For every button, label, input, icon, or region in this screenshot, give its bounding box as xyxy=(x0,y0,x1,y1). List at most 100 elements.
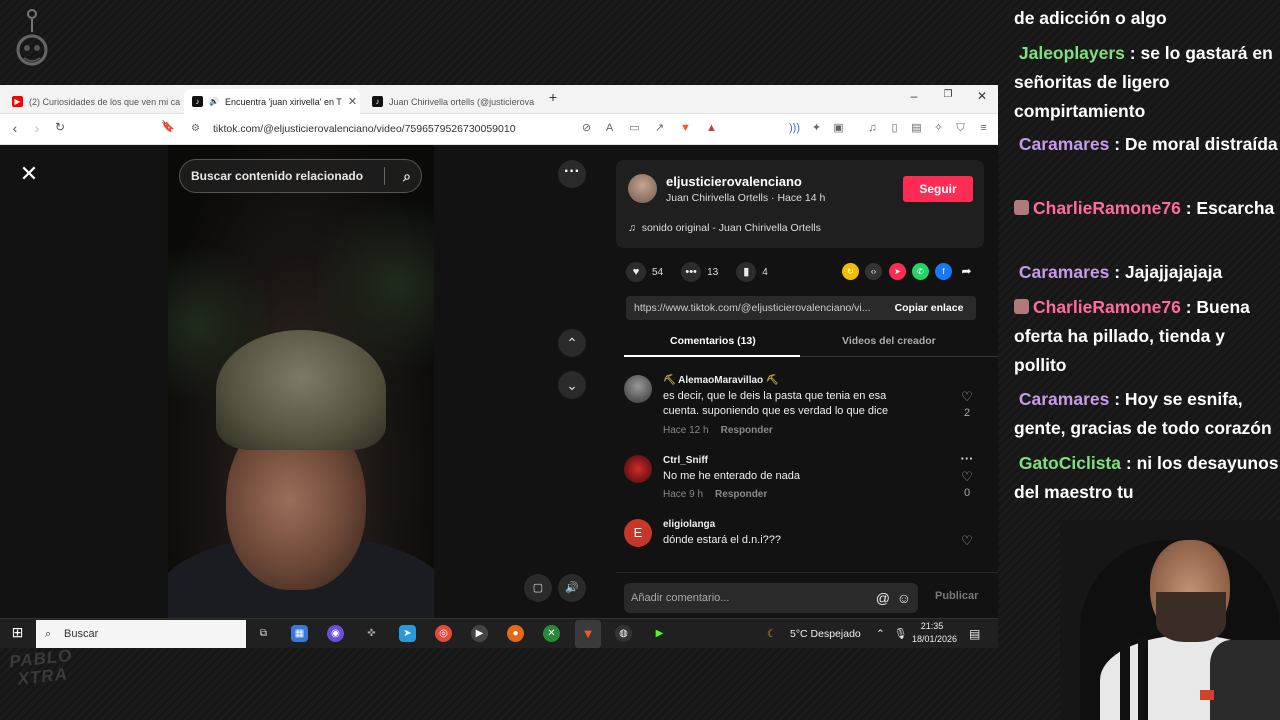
microphone-icon[interactable]: 🎙 xyxy=(894,619,907,649)
comment-avatar[interactable] xyxy=(624,455,652,483)
cast-icon[interactable]: ▭ xyxy=(628,122,641,135)
translate-icon[interactable]: A xyxy=(603,122,616,135)
comment-like-icon[interactable]: ♡ xyxy=(959,469,975,485)
tab-bar: ▶ (2) Curiosidades de los que ven mi ca … xyxy=(0,85,998,114)
wallet-icon[interactable]: ▤ xyxy=(910,122,923,135)
extensions-icon[interactable]: ✦ xyxy=(810,122,823,135)
brave-shield-icon[interactable]: ▼ xyxy=(679,122,692,135)
ai-icon[interactable]: ✧ xyxy=(932,122,945,135)
next-video-icon[interactable]: ⌄ xyxy=(558,371,586,399)
back-icon[interactable]: ‹ xyxy=(6,120,24,136)
screenshot-icon[interactable]: ▣ xyxy=(832,122,845,135)
reply-button[interactable]: Responder xyxy=(721,425,773,436)
app-icon[interactable]: ✜ xyxy=(363,625,380,642)
author-avatar[interactable] xyxy=(628,174,657,203)
forward-icon[interactable]: › xyxy=(28,120,46,136)
windows-start-icon[interactable]: ⊞ xyxy=(9,624,26,641)
media-player-icon[interactable]: ▶ xyxy=(471,625,488,642)
close-window-button[interactable]: ✕ xyxy=(972,89,992,103)
volume-icon[interactable]: 🔊 xyxy=(558,574,586,602)
save-stat[interactable]: ▮ 4 xyxy=(736,262,768,282)
author-username[interactable]: eljusticierovalenciano xyxy=(666,174,802,189)
comment-item: E eligiolanga dónde estará el d.n.i??? ♡ xyxy=(624,519,976,555)
task-view-icon[interactable]: ⧉ xyxy=(255,625,272,642)
more-share-icon[interactable]: ➦ xyxy=(958,263,975,280)
tiktok-icon: ♪ xyxy=(372,96,383,107)
speaker-icon: 🔊 xyxy=(209,97,219,106)
floating-player-icon[interactable]: ▢ xyxy=(524,574,552,602)
windows-taskbar: ⊞ ⌕ Buscar ⧉ ▦ ◉ ✜ ➤ ◎ ▶ ● ✕ ▼ ◍ ▶ ☾ 5°C… xyxy=(0,618,998,648)
reader-off-icon[interactable]: ⊘ xyxy=(580,122,593,135)
repost-icon[interactable]: ↻ xyxy=(842,263,859,280)
tab-tiktok-profile[interactable]: ♪ Juan Chirivella ortells (@justicierova xyxy=(364,89,542,114)
sidebar-icon[interactable]: ▯ xyxy=(888,122,901,135)
maximize-button[interactable]: ❐ xyxy=(938,89,958,100)
comment-like-icon[interactable]: ♡ xyxy=(959,389,975,405)
firefox-icon[interactable]: ● xyxy=(507,625,524,642)
share-icon[interactable]: ↗ xyxy=(653,122,666,135)
tab-youtube[interactable]: ▶ (2) Curiosidades de los que ven mi ca xyxy=(4,89,182,114)
comment-text: No me he enterado de nada xyxy=(663,470,800,482)
copy-link-button[interactable]: Copiar enlace xyxy=(882,296,976,320)
tab-tiktok-search[interactable]: ♪ 🔊 Encuentra 'juan xirivella' en T ✕ xyxy=(184,89,360,114)
tab-comments[interactable]: Comentarios (13) xyxy=(670,335,756,347)
comment-text: dónde estará el d.n.i??? xyxy=(663,534,782,546)
taskbar-search-input[interactable]: ⌕ Buscar xyxy=(36,620,246,648)
app-icon[interactable]: ◉ xyxy=(327,625,344,642)
add-comment-input[interactable]: Añadir comentario... @ ☺ xyxy=(624,583,918,613)
user-badge-icon xyxy=(1014,200,1029,215)
store-icon[interactable]: ▦ xyxy=(291,625,308,642)
chrome-icon[interactable]: ◎ xyxy=(435,625,452,642)
bookmark-icon[interactable]: 🔖 xyxy=(159,120,177,133)
close-video-icon[interactable]: ✕ xyxy=(17,162,41,186)
clock[interactable]: 21:35 18/01/2026 xyxy=(912,620,957,646)
more-options-icon[interactable]: ··· xyxy=(558,160,586,188)
previous-video-icon[interactable]: ⌃ xyxy=(558,329,586,357)
comment-avatar[interactable] xyxy=(624,375,652,403)
comment-stat[interactable]: ••• 13 xyxy=(681,262,718,282)
send-icon[interactable]: ➤ xyxy=(889,263,906,280)
music-icon[interactable]: ♫ xyxy=(866,122,879,135)
emoji-icon[interactable]: ☺ xyxy=(897,583,911,613)
reload-icon[interactable]: ↻ xyxy=(51,120,69,134)
video-player[interactable] xyxy=(168,145,434,618)
whatsapp-icon[interactable]: ✆ xyxy=(912,263,929,280)
like-stat[interactable]: ♥ 54 xyxy=(626,262,663,282)
weather-text[interactable]: 5°C Despejado xyxy=(790,619,861,649)
site-info-icon[interactable]: ⚙ xyxy=(191,118,200,140)
share-link-url[interactable]: https://www.tiktok.com/@eljusticierovale… xyxy=(634,302,871,314)
telegram-icon[interactable]: ➤ xyxy=(399,625,416,642)
menu-icon[interactable]: ≡ xyxy=(977,122,990,135)
comment-username[interactable]: eligiolanga xyxy=(663,519,715,530)
close-tab-icon[interactable]: ✕ xyxy=(348,95,357,108)
kick-icon[interactable]: ▶ xyxy=(651,625,668,642)
minimize-button[interactable]: – xyxy=(904,89,924,103)
publish-button[interactable]: Publicar xyxy=(935,590,978,602)
obs-icon[interactable]: ◍ xyxy=(615,625,632,642)
comment-avatar[interactable]: E xyxy=(624,519,652,547)
brave-rewards-icon[interactable]: ▲ xyxy=(705,122,718,135)
tray-chevron-icon[interactable]: ⌃ xyxy=(876,619,885,649)
brave-icon[interactable]: ▼ xyxy=(575,620,601,648)
comment-more-icon[interactable]: ··· xyxy=(959,451,975,466)
mention-icon[interactable]: @ xyxy=(876,583,890,613)
vpn-icon[interactable]: ⛉ xyxy=(954,122,967,135)
embed-icon[interactable]: ‹› xyxy=(865,263,882,280)
comment-username[interactable]: ⛏ AlemaoMaravillao ⛏ xyxy=(663,375,779,386)
media-playing-icon[interactable]: ))) xyxy=(788,122,801,135)
related-search-input[interactable]: Buscar contenido relacionado ⌕ xyxy=(179,159,422,193)
search-icon[interactable]: ⌕ xyxy=(403,160,411,192)
tab-creator-videos[interactable]: Videos del creador xyxy=(842,335,936,347)
comment-username[interactable]: Ctrl_Sniff xyxy=(663,455,708,466)
url-field[interactable]: ⚙ tiktok.com/@eljusticierovalenciano/vid… xyxy=(183,118,623,140)
sound-link[interactable]: ♫ sonido original - Juan Chirivella Orte… xyxy=(628,222,821,234)
follow-button[interactable]: Seguir xyxy=(903,176,973,202)
comment-like-icon[interactable]: ♡ xyxy=(959,533,975,549)
sound-label: sonido original - Juan Chirivella Ortell… xyxy=(641,222,821,234)
xbox-icon[interactable]: ✕ xyxy=(543,625,560,642)
stream-chat: de adicción o algo Jaleoplayers : se lo … xyxy=(1014,0,1280,520)
facebook-icon[interactable]: f xyxy=(935,263,952,280)
new-tab-button[interactable]: + xyxy=(543,89,563,105)
notifications-icon[interactable]: ▤ xyxy=(969,619,980,649)
reply-button[interactable]: Responder xyxy=(715,489,767,500)
